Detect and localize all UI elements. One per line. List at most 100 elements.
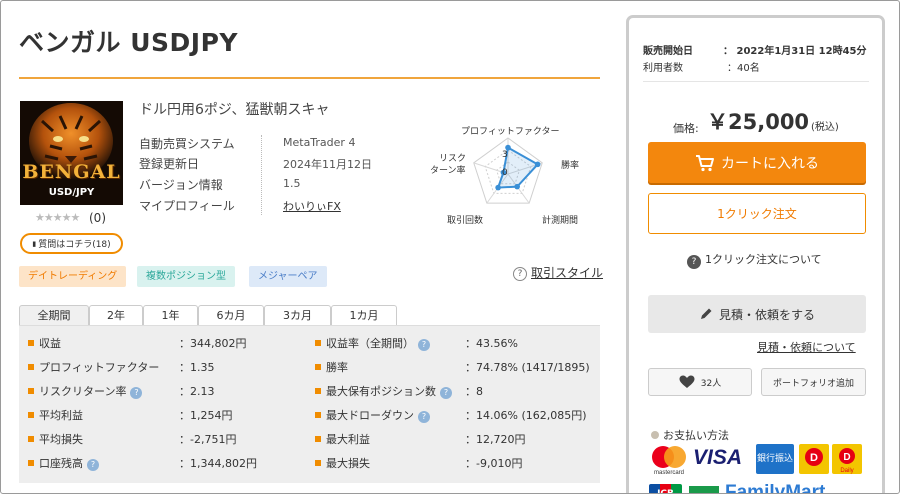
help-icon[interactable]: ? bbox=[130, 387, 143, 399]
jcb-logo: JCB bbox=[649, 484, 682, 493]
svg-text:D: D bbox=[810, 452, 818, 464]
estimate-about-link[interactable]: 見積・依頼について bbox=[757, 339, 856, 355]
stat-label-max-drawdown: 最大ドローダウン? bbox=[315, 407, 430, 423]
stat-label-max-positions: 最大保有ポジション数? bbox=[315, 383, 452, 399]
radar-point-3 bbox=[495, 184, 501, 191]
price-tax: (税込) bbox=[811, 122, 839, 133]
favorite-count: 32人 bbox=[700, 378, 722, 389]
familymart-logo: FamilyMart bbox=[725, 482, 826, 494]
stat-value-max-profit: ：12,720円 bbox=[465, 433, 526, 446]
daily-logo: D Daily bbox=[832, 444, 862, 474]
add-portfolio-button[interactable]: ポートフォリオ追加 bbox=[761, 368, 866, 396]
mastercard-logo: mastercard bbox=[649, 444, 689, 480]
tag-major-pair[interactable]: メジャーペア bbox=[249, 266, 327, 287]
heart-icon bbox=[679, 375, 695, 388]
estimate-request-button[interactable]: 見積・依頼をする bbox=[648, 295, 866, 333]
trade-style-link[interactable]: ? 取引スタイル bbox=[513, 264, 603, 281]
info-label-profile: マイプロフィール bbox=[139, 199, 235, 213]
stat-value-max-positions: ：8 bbox=[465, 385, 483, 398]
stat-value-avg-loss: ：-2,751円 bbox=[179, 433, 237, 446]
stat-label-max-loss: 最大損失 bbox=[315, 455, 370, 471]
stat-value-max-drawdown: ：14.06% (162,085円) bbox=[465, 409, 587, 422]
stat-value-profit-factor: ：1.35 bbox=[179, 361, 215, 374]
stat-value-risk-return: ：2.13 bbox=[179, 385, 215, 398]
payment-title: お支払い方法 bbox=[651, 427, 729, 443]
profile-link[interactable]: わいりぃFX bbox=[283, 198, 341, 214]
product-title: ベンガル USDJPY bbox=[19, 28, 238, 57]
tab-3-months[interactable]: 3カ月 bbox=[264, 305, 331, 326]
one-click-order-button[interactable]: 1クリック注文 bbox=[648, 193, 866, 234]
bank-transfer-logo: 銀行振込 bbox=[756, 444, 794, 474]
radar-label-period: 計測期間 bbox=[542, 216, 579, 226]
help-icon[interactable]: ? bbox=[87, 459, 99, 471]
product-catchphrase: ドル円用6ポジ、猛獣朝スキャ bbox=[139, 102, 330, 118]
help-icon: ? bbox=[513, 267, 527, 281]
sale-start-value: ： 2022年1月31日 12時45分 bbox=[723, 46, 867, 57]
page-frame: ベンガル USDJPY BENGAL USD/JPY ★★★★★ (0) ▮ 質… bbox=[0, 0, 900, 494]
price-label: 価格: bbox=[673, 122, 699, 135]
add-to-cart-button[interactable]: カートに入れる bbox=[648, 142, 866, 183]
stat-label-risk-return: リスクリターン率? bbox=[28, 383, 143, 399]
tab-1-year[interactable]: 1年 bbox=[143, 305, 198, 326]
info-value-version: 1.5 bbox=[283, 177, 301, 190]
estimate-request-label: 見積・依頼をする bbox=[718, 307, 815, 322]
users-value: ：40名 bbox=[727, 63, 760, 74]
stat-value-balance: ：1,344,802円 bbox=[179, 457, 257, 470]
help-icon[interactable]: ? bbox=[418, 339, 430, 351]
stat-label-avg-loss: 平均損失 bbox=[28, 431, 83, 447]
purchase-panel: 販売開始日 ： 2022年1月31日 12時45分 利用者数 ：40名 価格: … bbox=[626, 15, 885, 494]
help-icon: ? bbox=[687, 255, 701, 269]
logo-text: BENGAL bbox=[22, 161, 121, 183]
svg-text:D: D bbox=[843, 452, 850, 463]
radar-scale-zero: 0 bbox=[502, 168, 508, 178]
info-label-version: バージョン情報 bbox=[139, 178, 223, 192]
pencil-icon bbox=[700, 308, 712, 319]
chat-icon: ▮ bbox=[32, 239, 37, 248]
stat-value-return-rate: ：43.56% bbox=[465, 337, 518, 350]
info-value-updated: 2024年11月12日 bbox=[283, 158, 372, 171]
radar-point-1 bbox=[534, 161, 541, 168]
radar-label-risk-2: ターン率 bbox=[430, 166, 466, 176]
logo-subtext: USD/JPY bbox=[48, 187, 95, 198]
help-icon[interactable]: ? bbox=[440, 387, 452, 399]
stat-label-return-rate: 収益率（全期間）? bbox=[315, 335, 430, 351]
familymart-stripes bbox=[689, 486, 719, 493]
add-to-cart-label: カートに入れる bbox=[721, 155, 819, 172]
stat-value-profit: ：344,802円 bbox=[179, 337, 247, 350]
docomo-logo: D bbox=[799, 444, 829, 474]
tag-daytrading[interactable]: デイトレーディング bbox=[19, 266, 127, 287]
price-value: ￥25,000 bbox=[707, 110, 810, 134]
favorite-button[interactable]: 32人 bbox=[648, 368, 752, 396]
cart-icon bbox=[696, 154, 714, 171]
radar-point-2 bbox=[514, 183, 520, 190]
tab-2-years[interactable]: 2年 bbox=[89, 305, 143, 326]
stat-value-win-rate: ：74.78% (1417/1895) bbox=[465, 361, 590, 374]
stat-label-profit-factor: プロフィットファクター bbox=[28, 359, 159, 375]
radar-scale-max: 3 bbox=[502, 150, 508, 160]
tab-6-months[interactable]: 6カ月 bbox=[198, 305, 264, 326]
help-icon[interactable]: ? bbox=[418, 411, 430, 423]
stat-value-max-loss: ：-9,010円 bbox=[465, 457, 523, 470]
radar-label-profit-factor: プロフィットファクター bbox=[461, 127, 560, 137]
title-divider bbox=[19, 77, 600, 79]
question-button-label: 質問はコチラ(18) bbox=[38, 240, 111, 250]
info-label-system: 自動売買システム bbox=[139, 137, 235, 151]
stat-label-avg-profit: 平均利益 bbox=[28, 407, 83, 423]
radar-label-win-rate: 勝率 bbox=[561, 161, 580, 171]
mastercard-wordmark: mastercard bbox=[654, 470, 684, 476]
rating-count: (0) bbox=[89, 211, 106, 225]
tab-1-month[interactable]: 1カ月 bbox=[331, 305, 397, 326]
info-value-system: MetaTrader 4 bbox=[283, 136, 356, 149]
stat-label-win-rate: 勝率 bbox=[315, 359, 348, 375]
users-label: 利用者数 bbox=[643, 63, 683, 74]
tab-all-period[interactable]: 全期間 bbox=[19, 305, 89, 326]
daily-wordmark: Daily bbox=[840, 468, 853, 474]
info-label-updated: 登録更新日 bbox=[139, 157, 200, 171]
visa-logo: VISA bbox=[693, 446, 743, 469]
trade-style-label: 取引スタイル bbox=[531, 266, 604, 280]
tag-multi-position[interactable]: 複数ポジション型 bbox=[137, 266, 235, 287]
one-click-about-label: 1クリック注文について bbox=[705, 253, 822, 266]
stat-value-avg-profit: ：1,254円 bbox=[179, 409, 233, 422]
question-button[interactable]: ▮ 質問はコチラ(18) bbox=[20, 233, 123, 254]
one-click-about-link[interactable]: ? 1クリック注文について bbox=[687, 251, 822, 269]
